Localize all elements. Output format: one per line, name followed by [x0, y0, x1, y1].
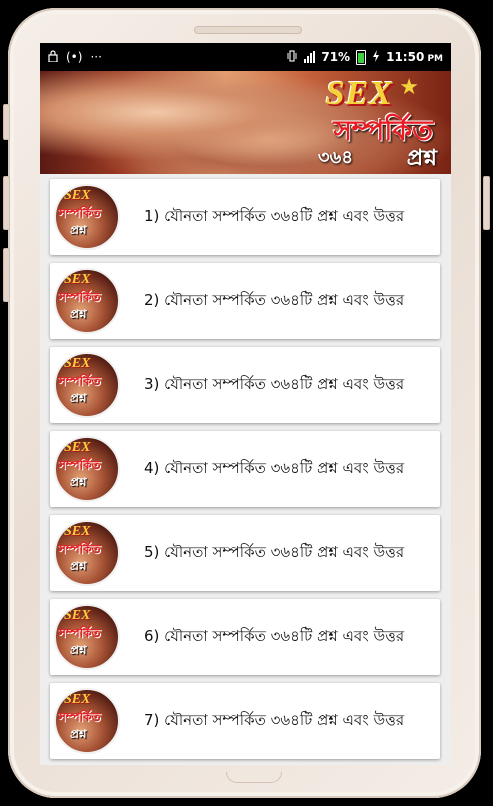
banner-number: ৩৬৪ — [317, 147, 353, 168]
battery-icon — [356, 49, 367, 65]
list-item-label: 7) যৌনতা সম্পর্কিত ৩৬৪টি প্রশ্ন এবং উত্ত… — [144, 710, 405, 729]
list-item-label: 6) যৌনতা সম্পর্কিত ৩৬৪টি প্রশ্ন এবং উত্ত… — [144, 626, 405, 645]
phone-speaker — [194, 26, 302, 34]
app-screen: (•) ··· 71% 11:50 PM SEX ★ সম্পর্কিত ৩৬৪… — [40, 43, 451, 765]
item-thumbnail: SEX সম্পর্কিত প্রশ্ন — [54, 268, 120, 334]
item-thumbnail: SEX সম্পর্কিত প্রশ্ন — [54, 604, 120, 670]
list-item-label: 1) যৌনতা সম্পর্কিত ৩৬৪টি প্রশ্ন এবং উত্ত… — [144, 206, 405, 225]
side-button — [3, 248, 10, 302]
list-item-label: 2) যৌনতা সম্পর্কিত ৩৬৪টি প্রশ্ন এবং উত্ত… — [144, 290, 405, 309]
item-thumbnail: SEX সম্পর্কিত প্রশ্ন — [54, 352, 120, 418]
right-side-button — [483, 176, 490, 230]
banner-subtitle: প্রশ্ন — [406, 146, 437, 171]
list-item[interactable]: SEX সম্পর্কিত প্রশ্ন 3) যৌনতা সম্পর্কিত … — [50, 347, 440, 423]
list-item-label: 4) যৌনতা সম্পর্কিত ৩৬৪টি প্রশ্ন এবং উত্ত… — [144, 458, 405, 477]
header-banner: SEX ★ সম্পর্কিত ৩৬৪ প্রশ্ন — [40, 71, 451, 174]
signal-icon — [304, 51, 316, 63]
item-thumbnail: SEX সম্পর্কিত প্রশ্ন — [54, 436, 120, 502]
more-icon: ··· — [90, 50, 102, 64]
item-thumbnail: SEX সম্পর্কিত প্রশ্ন — [54, 688, 120, 754]
item-thumbnail: SEX সম্পর্কিত প্রশ্ন — [54, 184, 120, 250]
charging-icon — [372, 49, 380, 65]
list-item[interactable]: SEX সম্পর্কিত প্রশ্ন 6) যৌনতা সম্পর্কিত … — [50, 599, 440, 675]
star-icon: ★ — [399, 75, 419, 100]
hotspot-icon: (•) — [66, 50, 83, 64]
list-item[interactable]: SEX সম্পর্কিত প্রশ্ন 2) যৌনতা সম্পর্কিত … — [50, 263, 440, 339]
clock: 11:50 PM — [386, 50, 443, 64]
list-item[interactable]: SEX সম্পর্কিত প্রশ্ন 5) যৌনতা সম্পর্কিত … — [50, 515, 440, 591]
power-button — [3, 176, 10, 230]
status-bar: (•) ··· 71% 11:50 PM — [40, 43, 451, 71]
battery-percent: 71% — [321, 50, 351, 64]
banner-sex-text: SEX — [325, 75, 393, 112]
phone-home-button — [226, 772, 282, 783]
list-item-label: 3) যৌনতা সম্পর্কিত ৩৬৪টি প্রশ্ন এবং উত্ত… — [144, 374, 405, 393]
list-item[interactable]: SEX সম্পর্কিত প্রশ্ন 4) যৌনতা সম্পর্কিত … — [50, 431, 440, 507]
list-item[interactable]: SEX সম্পর্কিত প্রশ্ন 1) যৌনতা সম্পর্কিত … — [50, 179, 440, 255]
list-item[interactable]: SEX সম্পর্কিত প্রশ্ন 7) যৌনতা সম্পর্কিত … — [50, 683, 440, 759]
question-list: SEX সম্পর্কিত প্রশ্ন 1) যৌনতা সম্পর্কিত … — [40, 174, 451, 759]
vibrate-icon — [286, 49, 298, 65]
lock-icon — [48, 49, 58, 65]
volume-button — [3, 104, 10, 140]
list-item-label: 5) যৌনতা সম্পর্কিত ৩৬৪টি প্রশ্ন এবং উত্ত… — [144, 542, 405, 561]
item-thumbnail: SEX সম্পর্কিত প্রশ্ন — [54, 520, 120, 586]
